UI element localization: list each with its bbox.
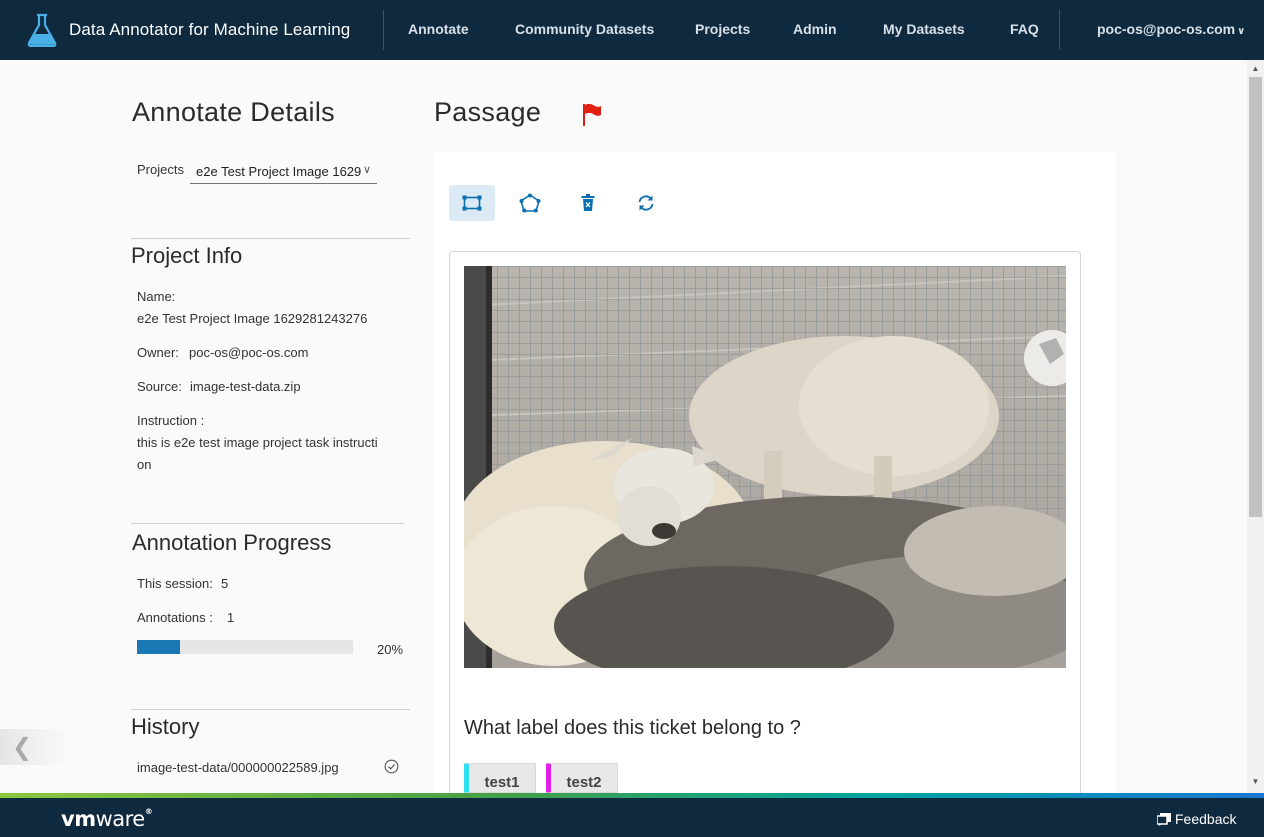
annotation-image[interactable] [464,266,1066,668]
chevron-down-icon: ∨ [1237,26,1246,37]
chevron-down-icon: ∨ [362,164,371,176]
progress-bar-fill [137,640,181,654]
divider [131,709,410,710]
footer [0,798,1264,837]
vmware-logo: vmware® [61,807,153,831]
project-info-heading: Project Info [131,243,243,268]
nav-community-datasets[interactable]: Community Datasets [515,21,654,37]
passage-title: Passage [434,97,542,127]
reset-button[interactable] [623,185,669,221]
source-label: Source: [137,379,182,394]
label-tag-test1[interactable]: test1 [464,763,536,793]
collapse-sidebar-button[interactable]: ❮ [0,729,72,765]
delete-icon [581,194,595,211]
annotation-progress-heading: Annotation Progress [132,530,332,555]
name-value: e2e Test Project Image 1629281243276 [137,311,368,326]
instruction-line-1: this is e2e test image project task inst… [137,435,378,450]
owner-label: Owner: [137,345,179,360]
history-item[interactable]: image-test-data/000000022589.jpg [137,760,339,775]
scroll-thumb[interactable] [1249,77,1262,517]
check-circle-icon [384,759,399,774]
nav-admin[interactable]: Admin [793,21,837,37]
polygon-tool-icon [519,193,541,213]
label-tag-text: test1 [484,774,520,791]
rectangle-tool-button[interactable] [449,185,495,221]
label-tag-text: test2 [566,774,602,791]
source-value: image-test-data.zip [190,379,301,394]
progress-bar [137,640,353,654]
scrollbar[interactable]: ▲ ▼ [1247,60,1264,793]
annotations-label: Annotations : [137,610,213,625]
brand[interactable]: Data Annotator for Machine Learning [0,10,384,50]
feedback-icon [1157,812,1171,826]
user-email: poc-os@poc-os.com [1097,21,1236,37]
flask-icon [27,13,57,47]
project-select[interactable]: e2e Test Project Image 1629 ∨ [190,160,377,184]
label-tag-test2[interactable]: test2 [546,763,618,793]
nav-divider [1059,10,1060,50]
chevron-left-icon: ❮ [12,734,33,761]
project-select-value: e2e Test Project Image 1629 [196,164,362,179]
projects-label: Projects [137,162,184,177]
reset-icon [638,195,654,211]
page-title: Annotate Details [132,97,335,127]
history-heading: History [131,714,200,739]
annotations-value: 1 [227,610,235,625]
feedback-label: Feedback [1175,811,1237,827]
session-label: This session: [137,576,213,591]
top-nav-bar: Data Annotator for Machine Learning Anno… [0,0,1264,60]
progress-percent: 20% [377,642,404,657]
app-title: Data Annotator for Machine Learning [69,20,351,39]
sheep-photo [464,266,1066,668]
divider [131,523,404,524]
delete-button[interactable] [565,185,611,221]
flag-icon[interactable] [582,103,602,127]
instruction-label: Instruction : [137,413,205,428]
nav-annotate[interactable]: Annotate [408,21,469,37]
scroll-up-arrow-icon[interactable]: ▲ [1247,64,1264,73]
divider [131,238,410,239]
feedback-link[interactable]: Feedback [1157,811,1236,827]
nav-faq[interactable]: FAQ [1010,21,1039,37]
label-question: What label does this ticket belong to ? [464,717,801,739]
polygon-tool-button[interactable] [507,185,553,221]
owner-value: poc-os@poc-os.com [189,345,309,360]
name-label: Name: [137,289,176,304]
scroll-down-arrow-icon[interactable]: ▼ [1247,777,1264,786]
user-menu[interactable]: poc-os@poc-os.com ∨ [1097,21,1245,37]
nav-projects[interactable]: Projects [695,21,750,37]
nav-my-datasets[interactable]: My Datasets [883,21,965,37]
rectangle-tool-icon [462,195,482,211]
session-value: 5 [221,576,229,591]
instruction-line-2: on [137,457,152,472]
